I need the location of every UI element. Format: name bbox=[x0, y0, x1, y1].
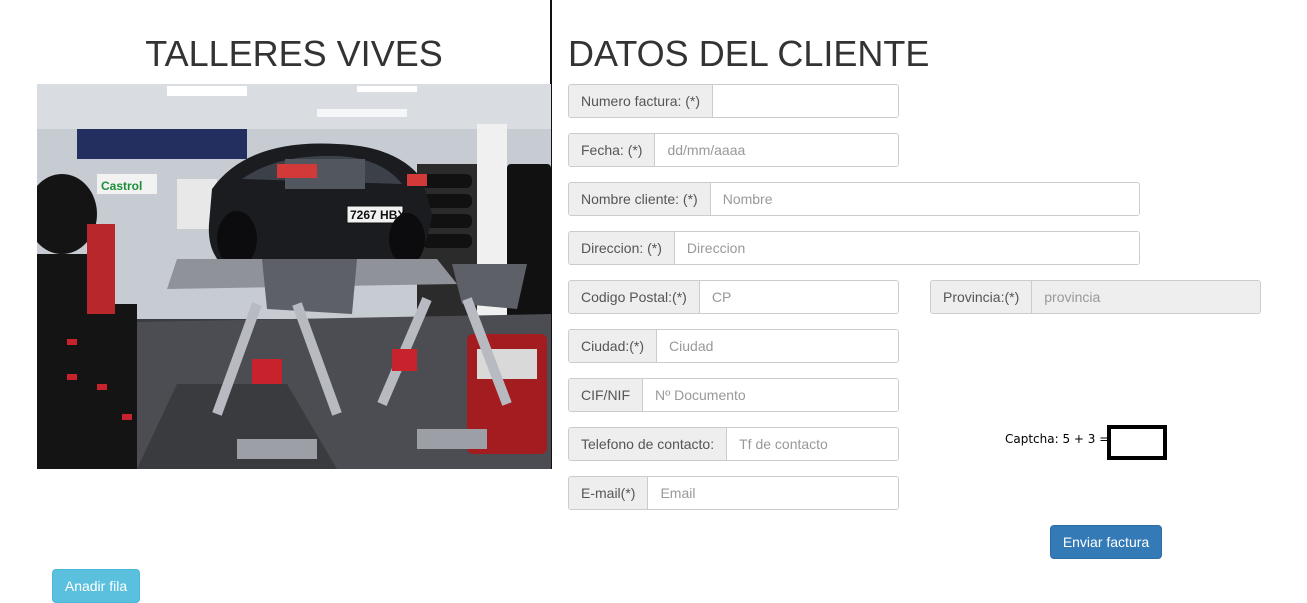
email-group: E-mail(*) bbox=[568, 476, 899, 510]
address-input[interactable] bbox=[674, 232, 1139, 264]
client-name-input[interactable] bbox=[710, 183, 1139, 215]
date-group: Fecha: (*) bbox=[568, 133, 899, 167]
invoice-number-label: Numero factura: (*) bbox=[569, 85, 714, 117]
date-input[interactable] bbox=[655, 134, 898, 166]
workshop-photo: Castrol 7267 HBX bbox=[37, 84, 551, 469]
postal-code-label: Codigo Postal:(*) bbox=[569, 281, 700, 313]
city-group: Ciudad:(*) bbox=[568, 329, 899, 363]
email-label: E-mail(*) bbox=[569, 477, 649, 509]
phone-label: Telefono de contacto: bbox=[569, 428, 728, 460]
phone-group: Telefono de contacto: bbox=[568, 427, 899, 461]
phone-input[interactable] bbox=[727, 428, 898, 460]
address-label: Direccion: (*) bbox=[569, 232, 675, 264]
shop-title: TALLERES VIVES bbox=[145, 33, 443, 74]
postal-code-input[interactable] bbox=[699, 281, 898, 313]
captcha-label: Captcha: 5 + 3 = bbox=[1005, 432, 1110, 446]
postal-code-group: Codigo Postal:(*) bbox=[568, 280, 899, 314]
cif-nif-group: CIF/NIF bbox=[568, 378, 899, 412]
cif-nif-input[interactable] bbox=[643, 379, 898, 411]
province-label: Provincia:(*) bbox=[931, 281, 1033, 313]
province-group: Provincia:(*) bbox=[930, 280, 1261, 314]
cif-nif-label: CIF/NIF bbox=[569, 379, 643, 411]
client-name-label: Nombre cliente: (*) bbox=[569, 183, 711, 215]
send-invoice-button[interactable]: Enviar factura bbox=[1050, 525, 1162, 559]
city-label: Ciudad:(*) bbox=[569, 330, 658, 362]
address-group: Direccion: (*) bbox=[568, 231, 1140, 265]
email-input[interactable] bbox=[648, 477, 898, 509]
date-label: Fecha: (*) bbox=[569, 134, 656, 166]
form-title: DATOS DEL CLIENTE bbox=[568, 33, 930, 74]
city-input[interactable] bbox=[657, 330, 898, 362]
province-input[interactable] bbox=[1032, 281, 1260, 313]
captcha-input[interactable] bbox=[1107, 425, 1167, 460]
add-row-button[interactable]: Anadir fila bbox=[52, 569, 140, 603]
invoice-number-group: Numero factura: (*) bbox=[568, 84, 899, 118]
invoice-number-input[interactable] bbox=[713, 85, 898, 117]
client-name-group: Nombre cliente: (*) bbox=[568, 182, 1140, 216]
sign-text: Castrol bbox=[101, 179, 142, 193]
